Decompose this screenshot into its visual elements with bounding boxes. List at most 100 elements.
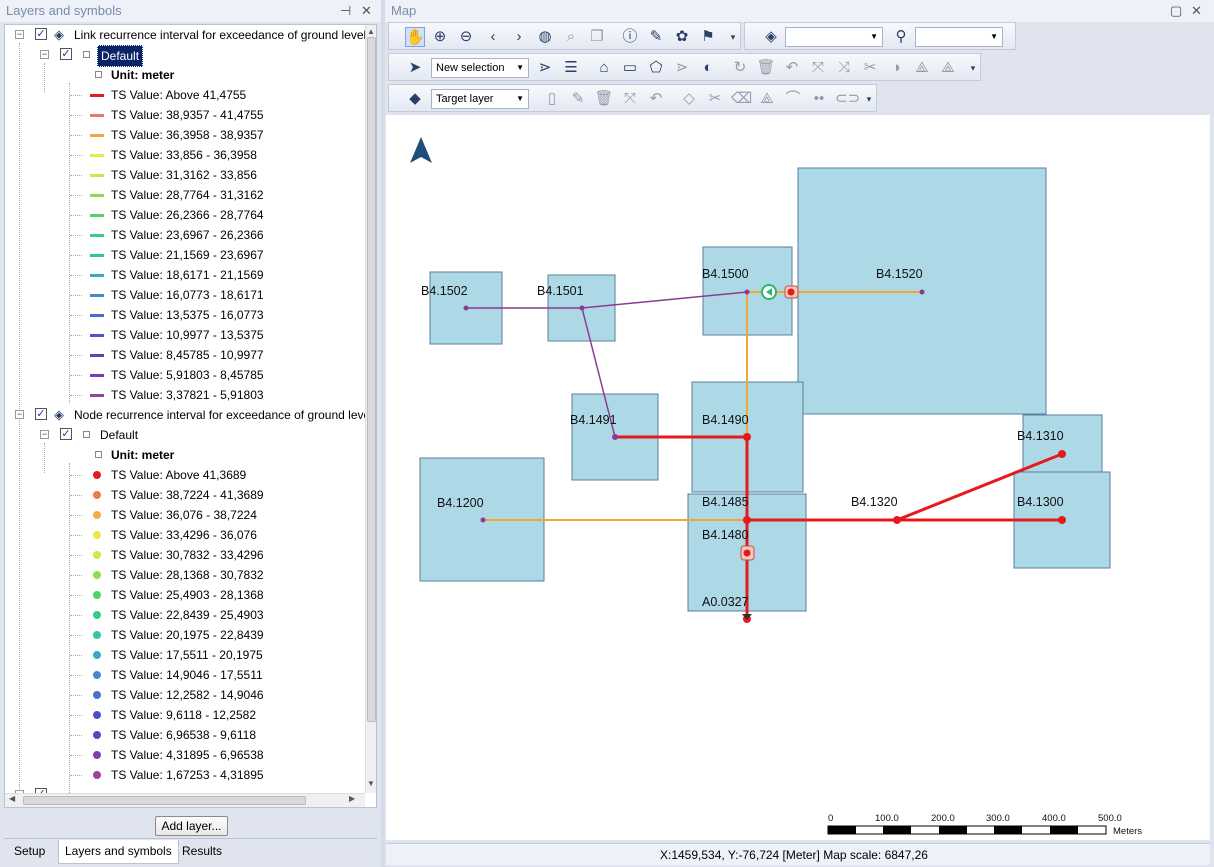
legend-label: TS Value: 28,7764 - 31,3162 — [111, 188, 264, 202]
group-checkbox[interactable]: ✓ — [60, 428, 72, 440]
toolbar-overflow-icon[interactable]: ▾ — [723, 27, 743, 47]
node[interactable] — [744, 289, 750, 295]
collapse-icon[interactable]: − — [15, 30, 24, 39]
filter-select-icon[interactable]: ⋗ — [535, 58, 555, 78]
catchment-label: B4.1491 — [570, 413, 617, 427]
rectangle-select-icon[interactable]: ▭ — [620, 58, 640, 78]
target-layer-select[interactable]: Target layer ▼ — [431, 89, 529, 109]
node[interactable] — [480, 517, 486, 523]
weir-node[interactable] — [787, 288, 795, 296]
node[interactable] — [579, 305, 585, 311]
forward-icon[interactable]: › — [509, 27, 529, 47]
pencil-icon[interactable]: ✎ — [568, 89, 588, 109]
cut-icon[interactable]: ✂ — [860, 58, 880, 78]
toggle-icon[interactable]: ◑ — [886, 58, 906, 78]
group-checkbox[interactable]: ✓ — [60, 48, 72, 60]
info-icon[interactable]: ⓘ — [620, 27, 640, 47]
navigation-toolbar: ✋ ⊕ ⊖ ‹ › ◍ ⌕ ❐ ⓘ ✎ ✿ ⚑ ▾ — [388, 22, 741, 50]
globe-icon[interactable]: ◍ — [535, 27, 555, 47]
collapse-icon[interactable]: − — [15, 410, 24, 419]
reshape-icon[interactable]: ⤧ — [620, 89, 640, 109]
rotate-icon[interactable]: ↻ — [730, 58, 750, 78]
editing-toolbar: ◆ Target layer ▼ ▯ ✎ 🗑 ⤧ ↶ ◇ ✂ ⌫ ⟁ ⌒ •• ⊂… — [388, 84, 877, 112]
shapes-icon[interactable]: ◇ — [679, 89, 699, 109]
layer-row[interactable]: − ✓ ◈ Node recurrence interval for exceedan… — [5, 405, 376, 425]
layer-tree[interactable]: − ✓ ◈ Link recurrence interval for exceedan… — [4, 24, 377, 808]
close-icon[interactable]: ✕ — [361, 0, 372, 22]
node[interactable] — [463, 305, 469, 311]
vertex-icon[interactable]: ⟁ — [912, 58, 932, 78]
network-icon[interactable]: ✿ — [672, 27, 692, 47]
select-arrow-icon[interactable]: ➤ — [405, 58, 425, 78]
pin-icon[interactable]: ⊣ — [340, 0, 351, 22]
group-label[interactable]: Default — [97, 45, 144, 67]
zoom-out-icon[interactable]: ⊖ — [456, 27, 476, 47]
group-label[interactable]: Default — [97, 425, 141, 445]
layer-checkbox[interactable]: ✓ — [35, 408, 47, 420]
tab-setup[interactable]: Setup — [8, 840, 51, 864]
pan-icon[interactable]: ✋ — [405, 27, 425, 47]
map-canvas[interactable]: B4.1502 B4.1501 B4.1500 B4.1520 B4.1491 B4.14… — [386, 115, 1210, 840]
delete-icon[interactable]: 🗑 — [756, 58, 776, 78]
eraser-icon[interactable]: ⌫ — [731, 89, 752, 109]
collapse-icon[interactable]: − — [40, 430, 49, 439]
group-row[interactable]: − ✓ Default — [5, 45, 365, 67]
legend-label: TS Value: 5,91803 - 8,45785 — [111, 368, 264, 382]
vertical-scrollbar[interactable]: ▲ ▼ — [365, 25, 376, 793]
layers-icon[interactable]: ◈ — [761, 27, 781, 47]
maximize-icon[interactable]: ▢ — [1170, 0, 1182, 22]
node[interactable] — [1058, 516, 1066, 524]
points-icon[interactable]: •• — [809, 89, 829, 109]
legend-label: TS Value: 12,2582 - 14,9046 — [111, 688, 264, 702]
node[interactable] — [919, 289, 925, 295]
polygon-select-icon[interactable]: ⬠ — [646, 58, 666, 78]
target-layer-icon[interactable]: ◆ — [405, 89, 425, 109]
mouse-icon[interactable]: ⌂ — [594, 58, 614, 78]
close-icon[interactable]: ✕ — [1191, 0, 1202, 22]
collapse-icon[interactable]: − — [40, 50, 49, 59]
undo-edit-icon[interactable]: ↶ — [646, 89, 666, 109]
toggle-edit-icon[interactable]: ⊂⊃ — [835, 89, 860, 109]
tab-results[interactable]: Results — [176, 840, 228, 864]
node[interactable] — [743, 516, 751, 524]
split-icon[interactable]: ⤨ — [834, 58, 854, 78]
invert-select-icon[interactable]: ◐ — [698, 58, 718, 78]
list-icon[interactable]: ☰ — [561, 58, 581, 78]
storage-node[interactable] — [743, 549, 751, 557]
pan-selection-icon[interactable]: ❐ — [587, 27, 607, 47]
add-layer-button[interactable]: Add layer... — [155, 816, 228, 836]
vertex-edit-icon[interactable]: ⟁ — [938, 58, 958, 78]
scroll-thumb[interactable] — [23, 796, 306, 805]
node-icon[interactable]: ⟁ — [757, 89, 777, 109]
toolbar-overflow-icon[interactable]: ▾ — [963, 58, 983, 78]
group-row[interactable]: − ✓ Default — [5, 425, 365, 445]
merge-icon[interactable]: ⤧ — [808, 58, 828, 78]
new-feature-icon[interactable]: ▯ — [542, 89, 562, 109]
zoom-selection-icon[interactable]: ⌕ — [561, 27, 581, 47]
layer-row[interactable]: − ✓ ◈ Link recurrence interval for exceedan… — [5, 25, 372, 45]
search-icon[interactable]: ⚲ — [891, 27, 911, 47]
search-select[interactable]: ▼ — [915, 27, 1003, 47]
layer-checkbox[interactable]: ✓ — [35, 28, 47, 40]
zoom-in-icon[interactable]: ⊕ — [430, 27, 450, 47]
node[interactable] — [743, 433, 751, 441]
layer-select[interactable]: ▼ — [785, 27, 883, 47]
edit-table-icon[interactable]: ✎ — [646, 27, 666, 47]
undo-icon[interactable]: ↶ — [782, 58, 802, 78]
scroll-thumb[interactable] — [367, 37, 376, 722]
back-icon[interactable]: ‹ — [483, 27, 503, 47]
scissors-icon[interactable]: ✂ — [705, 89, 725, 109]
delete-feature-icon[interactable]: 🗑 — [594, 89, 614, 109]
node[interactable] — [612, 434, 618, 440]
node[interactable] — [893, 516, 901, 524]
selection-mode-select[interactable]: New selection ▼ — [431, 58, 529, 78]
toolbar-overflow-icon[interactable]: ▾ — [859, 89, 879, 109]
line-symbol-icon — [90, 274, 104, 277]
clear-select-icon[interactable]: ⋗ — [672, 58, 692, 78]
tab-layers-and-symbols[interactable]: Layers and symbols — [58, 840, 179, 864]
node[interactable] — [1058, 450, 1066, 458]
flag-icon[interactable]: ⚑ — [698, 27, 718, 47]
line-symbol-icon — [90, 254, 104, 257]
horizontal-scrollbar[interactable]: ◀ ▶ — [5, 793, 365, 807]
offset-icon[interactable]: ⌒ — [783, 89, 803, 109]
